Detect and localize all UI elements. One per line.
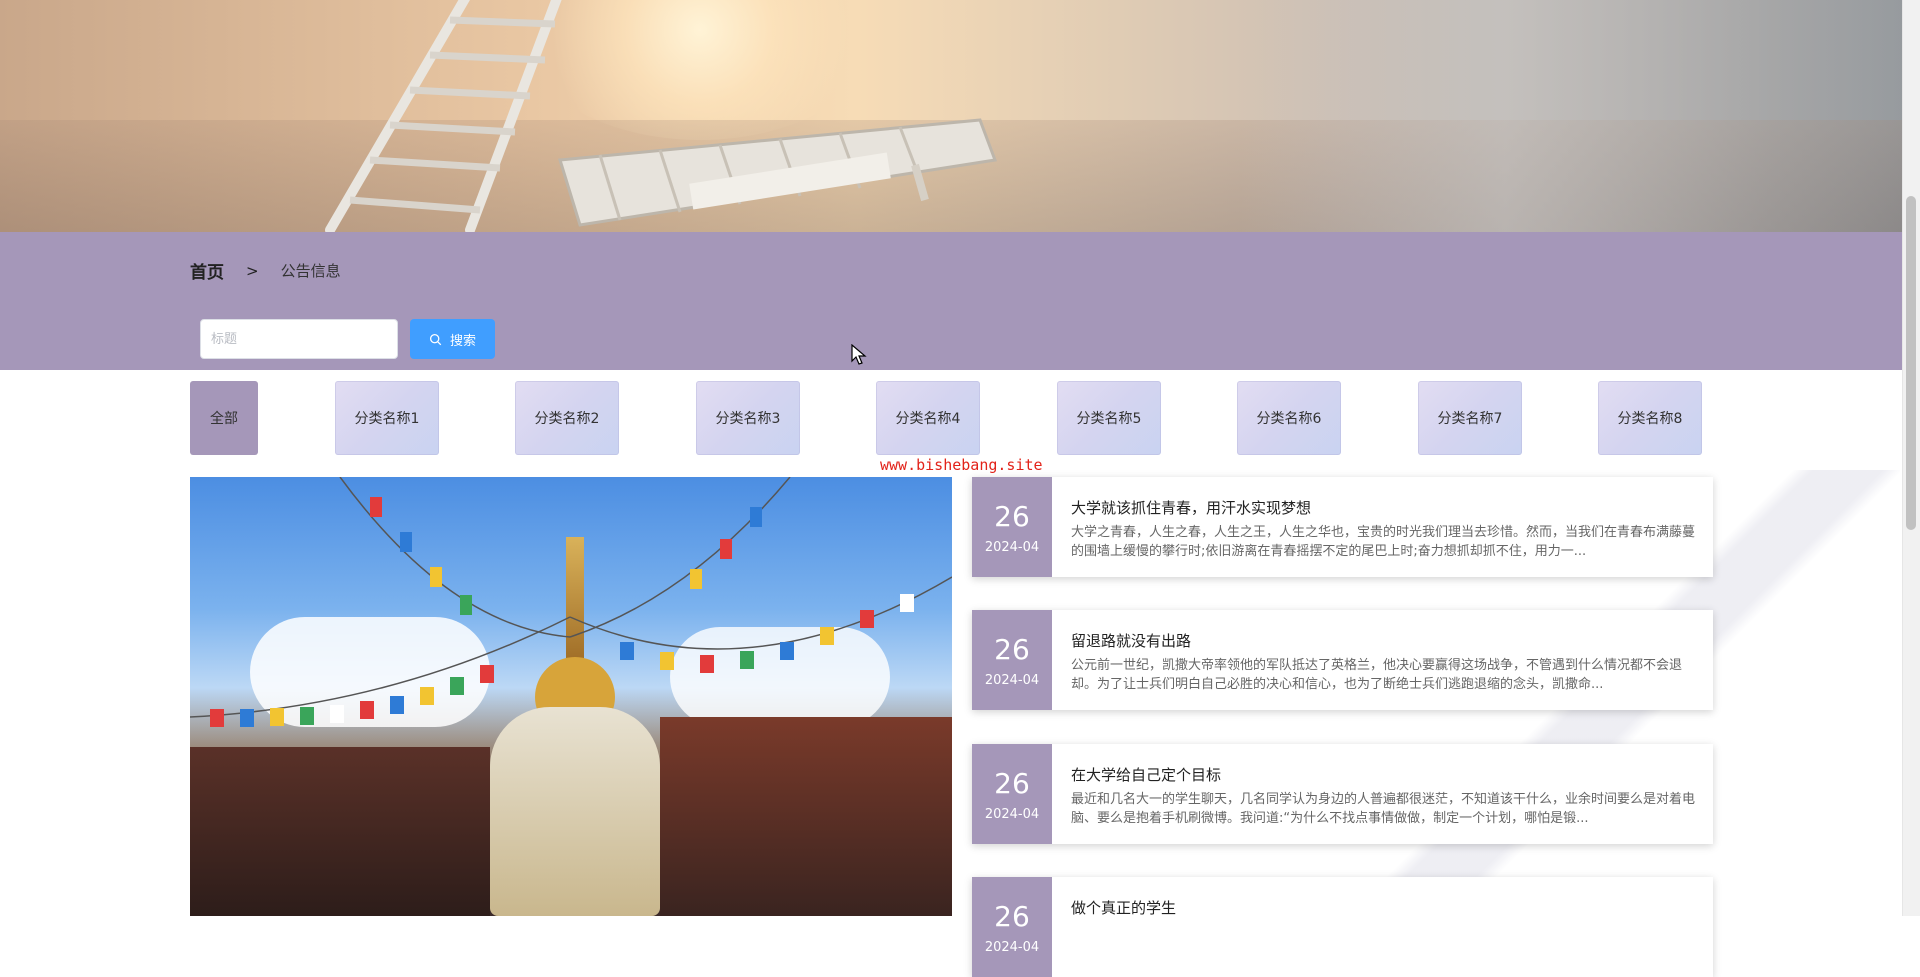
category-tab-2[interactable]: 分类名称2 <box>515 381 619 455</box>
notice-year-month: 2024-04 <box>984 539 1040 555</box>
scrollbar-thumb[interactable] <box>1906 196 1916 530</box>
watermark-text: www.bishebang.site <box>880 456 1043 474</box>
category-tab-label: 分类名称3 <box>715 411 781 427</box>
category-tab-label: 分类名称8 <box>1617 411 1683 427</box>
category-tab-all[interactable]: 全部 <box>190 381 258 455</box>
category-tab-label: 全部 <box>210 411 238 427</box>
notice-date: 26 2024-04 <box>972 610 1052 710</box>
notice-day: 26 <box>994 899 1030 933</box>
search-input[interactable] <box>200 319 398 359</box>
category-tab-label: 分类名称6 <box>1256 411 1322 427</box>
notice-description <box>1071 923 1696 961</box>
notice-day: 26 <box>994 766 1030 800</box>
featured-photo[interactable] <box>190 477 952 916</box>
notice-item[interactable]: 26 2024-04 做个真正的学生 <box>972 877 1713 977</box>
notice-description: 最近和几名大一的学生聊天，几名同学认为身边的人普遍都很迷茫，不知道该干什么，业余… <box>1071 792 1696 826</box>
notice-year-month: 2024-04 <box>984 939 1040 955</box>
notice-date: 26 2024-04 <box>972 877 1052 977</box>
notice-title[interactable]: 留退路就没有出路 <box>1071 630 1191 651</box>
category-tab-label: 分类名称1 <box>354 411 420 427</box>
notice-title[interactable]: 做个真正的学生 <box>1071 897 1176 918</box>
category-tab-label: 分类名称4 <box>895 411 961 427</box>
notice-item[interactable]: 26 2024-04 留退路就没有出路 公元前一世纪，凯撒大帝率领他的军队抵达了… <box>972 610 1713 710</box>
category-tab-label: 分类名称7 <box>1437 411 1503 427</box>
search-button-label: 搜索 <box>449 333 476 349</box>
breadcrumb-home-link[interactable]: 首页 <box>190 258 224 283</box>
notice-item[interactable]: 26 2024-04 大学就该抓住青春，用汗水实现梦想 大学之青春，人生之春，人… <box>972 477 1713 577</box>
category-tab-7[interactable]: 分类名称7 <box>1418 381 1522 455</box>
banner-image <box>0 0 1903 232</box>
search-icon <box>429 333 442 345</box>
category-tab-8[interactable]: 分类名称8 <box>1598 381 1702 455</box>
notice-day: 26 <box>994 632 1030 666</box>
photo-prayer-flags <box>190 477 952 727</box>
banner-chair-illustration <box>325 0 998 232</box>
breadcrumb: 首页 > 公告信息 <box>190 258 341 284</box>
notice-title[interactable]: 大学就该抓住青春，用汗水实现梦想 <box>1071 497 1311 518</box>
notice-description: 公元前一世纪，凯撒大帝率领他的军队抵达了英格兰，他决心要赢得这场战争，不管遇到什… <box>1071 658 1683 692</box>
notice-description: 大学之青春，人生之春，人生之王，人生之华也，宝贵的时光我们理当去珍惜。然而，当我… <box>1071 525 1696 559</box>
page-scrollbar[interactable] <box>1902 0 1920 916</box>
notice-title[interactable]: 在大学给自己定个目标 <box>1071 764 1221 785</box>
breadcrumb-current: 公告信息 <box>280 262 341 280</box>
category-tab-label: 分类名称2 <box>534 411 600 427</box>
notice-year-month: 2024-04 <box>984 672 1040 688</box>
breadcrumb-separator: > <box>246 261 259 280</box>
notice-item[interactable]: 26 2024-04 在大学给自己定个目标 最近和几名大一的学生聊天，几名同学认… <box>972 744 1713 844</box>
notice-day: 26 <box>994 499 1030 533</box>
category-tab-label: 分类名称5 <box>1076 411 1142 427</box>
mouse-cursor-icon <box>851 344 867 365</box>
category-tab-3[interactable]: 分类名称3 <box>696 381 800 455</box>
search-button[interactable]: 搜索 <box>410 319 495 359</box>
category-tab-6[interactable]: 分类名称6 <box>1237 381 1341 455</box>
notice-year-month: 2024-04 <box>984 806 1040 822</box>
notice-date: 26 2024-04 <box>972 477 1052 577</box>
category-tab-1[interactable]: 分类名称1 <box>335 381 439 455</box>
notice-date: 26 2024-04 <box>972 744 1052 844</box>
category-tab-5[interactable]: 分类名称5 <box>1057 381 1161 455</box>
category-tab-4[interactable]: 分类名称4 <box>876 381 980 455</box>
